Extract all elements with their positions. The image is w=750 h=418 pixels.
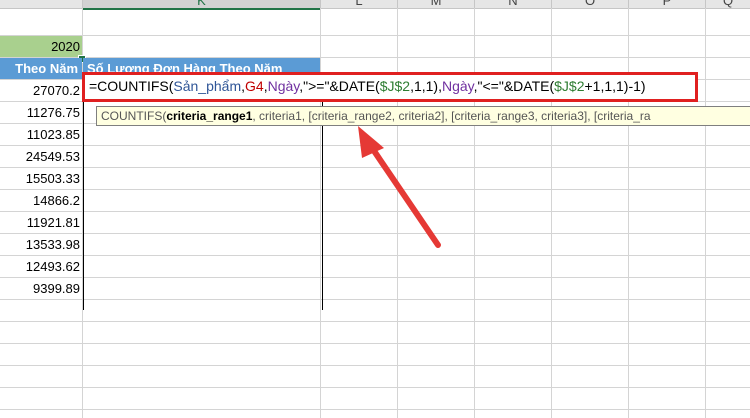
arrow-shaft — [367, 142, 441, 248]
annotation-arrow — [358, 126, 441, 248]
arrow-head — [358, 126, 384, 158]
